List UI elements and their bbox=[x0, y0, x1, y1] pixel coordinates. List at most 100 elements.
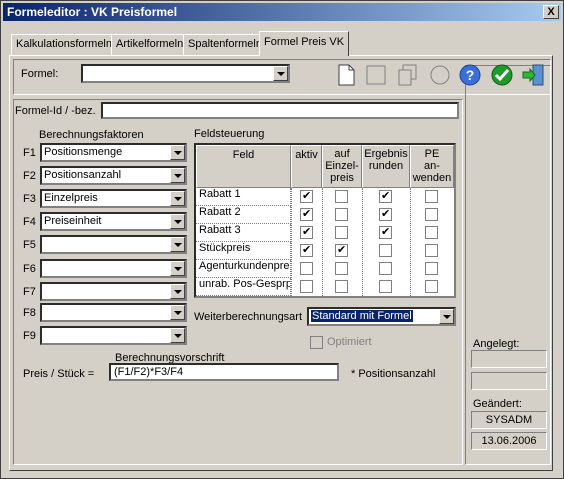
tab-formel-preis-vk[interactable]: Formel Preis VK bbox=[259, 31, 350, 56]
einzelpreis-checkbox[interactable] bbox=[335, 226, 348, 239]
preis-stueck-label: Preis / Stück = bbox=[23, 368, 95, 380]
einzelpreis-checkbox[interactable] bbox=[335, 208, 348, 221]
einzelpreis-checkbox[interactable] bbox=[335, 280, 348, 293]
aktiv-checkbox[interactable] bbox=[300, 207, 313, 221]
column-header-pe: PE an- wenden bbox=[410, 145, 454, 188]
column-header-feld: Feld bbox=[196, 145, 291, 188]
chevron-down-icon[interactable] bbox=[170, 284, 185, 299]
table-cell-feld: Agenturkundenpreis bbox=[196, 260, 291, 278]
runden-checkbox[interactable] bbox=[379, 225, 392, 239]
runden-checkbox[interactable] bbox=[379, 280, 392, 293]
angelegt-label: Angelegt: bbox=[473, 338, 520, 350]
svg-text:?: ? bbox=[466, 67, 475, 83]
geaendert-label: Geändert: bbox=[473, 398, 522, 410]
runden-checkbox[interactable] bbox=[379, 244, 392, 257]
feldsteuerung-label: Feldsteuerung bbox=[194, 128, 265, 140]
column-header-runden: Ergebnis runden bbox=[362, 145, 410, 188]
table-cell-feld: unrab. Pos-Gesprpreis bbox=[196, 278, 291, 296]
factor-value-f4: Preiseinheit bbox=[44, 215, 102, 227]
pe-checkbox[interactable] bbox=[425, 226, 438, 239]
chevron-down-icon[interactable] bbox=[170, 191, 185, 206]
factor-value-f1: Positionsmenge bbox=[44, 146, 123, 158]
factor-select-f1[interactable]: Positionsmenge bbox=[40, 143, 187, 162]
einzelpreis-checkbox[interactable] bbox=[335, 190, 348, 203]
chevron-down-icon[interactable] bbox=[170, 261, 185, 276]
column-header-einzelpreis: auf Einzel- preis bbox=[322, 145, 362, 188]
chevron-down-icon[interactable] bbox=[170, 328, 185, 343]
factor-value-f2: Positionsanzahl bbox=[44, 169, 122, 181]
factor-key-f9: F9 bbox=[23, 330, 36, 342]
title-bar: Formeleditor : VK Preisformel X bbox=[3, 3, 561, 21]
einzelpreis-checkbox[interactable] bbox=[335, 243, 348, 257]
table-cell-feld: Rabatt 3 bbox=[196, 224, 291, 242]
formel-id-input[interactable] bbox=[101, 102, 459, 119]
new-document-icon[interactable] bbox=[335, 64, 357, 86]
aktiv-checkbox[interactable] bbox=[300, 262, 313, 275]
pe-checkbox[interactable] bbox=[425, 244, 438, 257]
pe-checkbox[interactable] bbox=[425, 280, 438, 293]
factor-key-f1: F1 bbox=[23, 147, 36, 159]
factor-key-f8: F8 bbox=[23, 307, 36, 319]
chevron-down-icon[interactable] bbox=[439, 309, 454, 324]
formel-label: Formel: bbox=[21, 68, 59, 80]
aktiv-checkbox[interactable] bbox=[300, 189, 313, 203]
runden-checkbox[interactable] bbox=[379, 207, 392, 221]
chevron-down-icon[interactable] bbox=[170, 145, 185, 160]
exit-icon[interactable] bbox=[521, 63, 544, 86]
runden-checkbox[interactable] bbox=[379, 189, 392, 203]
factor-key-f5: F5 bbox=[23, 239, 36, 251]
pe-checkbox[interactable] bbox=[425, 190, 438, 203]
ok-check-icon[interactable] bbox=[491, 64, 513, 86]
factor-select-f8[interactable] bbox=[40, 303, 187, 322]
berechnungsvorschrift-input[interactable]: (F1/F2)*F3/F4 bbox=[109, 363, 339, 381]
positionsanzahl-suffix: * Positionsanzahl bbox=[351, 368, 436, 380]
tab-spaltenformeln[interactable]: Spaltenformeln bbox=[183, 34, 267, 55]
table-cell-feld: Rabatt 1 bbox=[196, 188, 291, 206]
factor-key-f6: F6 bbox=[23, 263, 36, 275]
pe-checkbox[interactable] bbox=[425, 208, 438, 221]
factor-select-f5[interactable] bbox=[40, 235, 187, 254]
chevron-down-icon[interactable] bbox=[170, 214, 185, 229]
table-cell-feld: Stückpreis bbox=[196, 242, 291, 260]
pe-checkbox[interactable] bbox=[425, 262, 438, 275]
angelegt-date bbox=[471, 372, 547, 390]
circle-icon[interactable] bbox=[429, 64, 451, 86]
formel-select[interactable] bbox=[81, 64, 290, 83]
copy-icon[interactable] bbox=[397, 64, 419, 86]
feldsteuerung-grid: Feld aktiv auf Einzel- preis Ergebnis ru… bbox=[194, 143, 456, 298]
factor-select-f6[interactable] bbox=[40, 259, 187, 278]
factor-select-f2[interactable]: Positionsanzahl bbox=[40, 166, 187, 185]
aktiv-checkbox[interactable] bbox=[300, 280, 313, 293]
factor-key-f4: F4 bbox=[23, 216, 36, 228]
einzelpreis-checkbox[interactable] bbox=[335, 262, 348, 275]
help-icon[interactable]: ? bbox=[459, 64, 481, 86]
factor-select-f9[interactable] bbox=[40, 326, 187, 345]
tab-artikelformeln[interactable]: Artikelformeln bbox=[111, 34, 189, 55]
chevron-down-icon[interactable] bbox=[170, 237, 185, 252]
runden-checkbox[interactable] bbox=[379, 262, 392, 275]
blank-square-icon[interactable] bbox=[365, 64, 387, 86]
factor-select-f4[interactable]: Preiseinheit bbox=[40, 212, 187, 231]
optimiert-label: Optimiert bbox=[327, 336, 372, 348]
close-button[interactable]: X bbox=[543, 5, 559, 19]
factor-select-f7[interactable] bbox=[40, 282, 187, 301]
table-cell-feld: Rabatt 2 bbox=[196, 206, 291, 224]
factor-value-f3: Einzelpreis bbox=[44, 192, 98, 204]
chevron-down-icon[interactable] bbox=[170, 168, 185, 183]
formel-id-label: Formel-Id / -bez. bbox=[15, 105, 96, 117]
geaendert-date: 13.06.2006 bbox=[471, 432, 547, 450]
chevron-down-icon[interactable] bbox=[273, 66, 288, 81]
factor-key-f2: F2 bbox=[23, 170, 36, 182]
formeleditor-window: Formeleditor : VK Preisformel X Kalkulat… bbox=[0, 0, 564, 479]
factor-select-f3[interactable]: Einzelpreis bbox=[40, 189, 187, 208]
factor-key-f7: F7 bbox=[23, 286, 36, 298]
berechnungsfaktoren-label: Berechnungsfaktoren bbox=[39, 129, 144, 141]
aktiv-checkbox[interactable] bbox=[300, 243, 313, 257]
optimiert-checkbox[interactable] bbox=[310, 336, 323, 349]
tab-kalkulationsformeln[interactable]: Kalkulationsformeln bbox=[11, 34, 117, 55]
aktiv-checkbox[interactable] bbox=[300, 225, 313, 239]
weiterberechnungsart-select[interactable]: Standard mit Formel bbox=[307, 307, 456, 326]
chevron-down-icon[interactable] bbox=[170, 305, 185, 320]
weiterberechnungsart-value: Standard mit Formel bbox=[311, 310, 413, 322]
angelegt-user bbox=[471, 350, 547, 368]
